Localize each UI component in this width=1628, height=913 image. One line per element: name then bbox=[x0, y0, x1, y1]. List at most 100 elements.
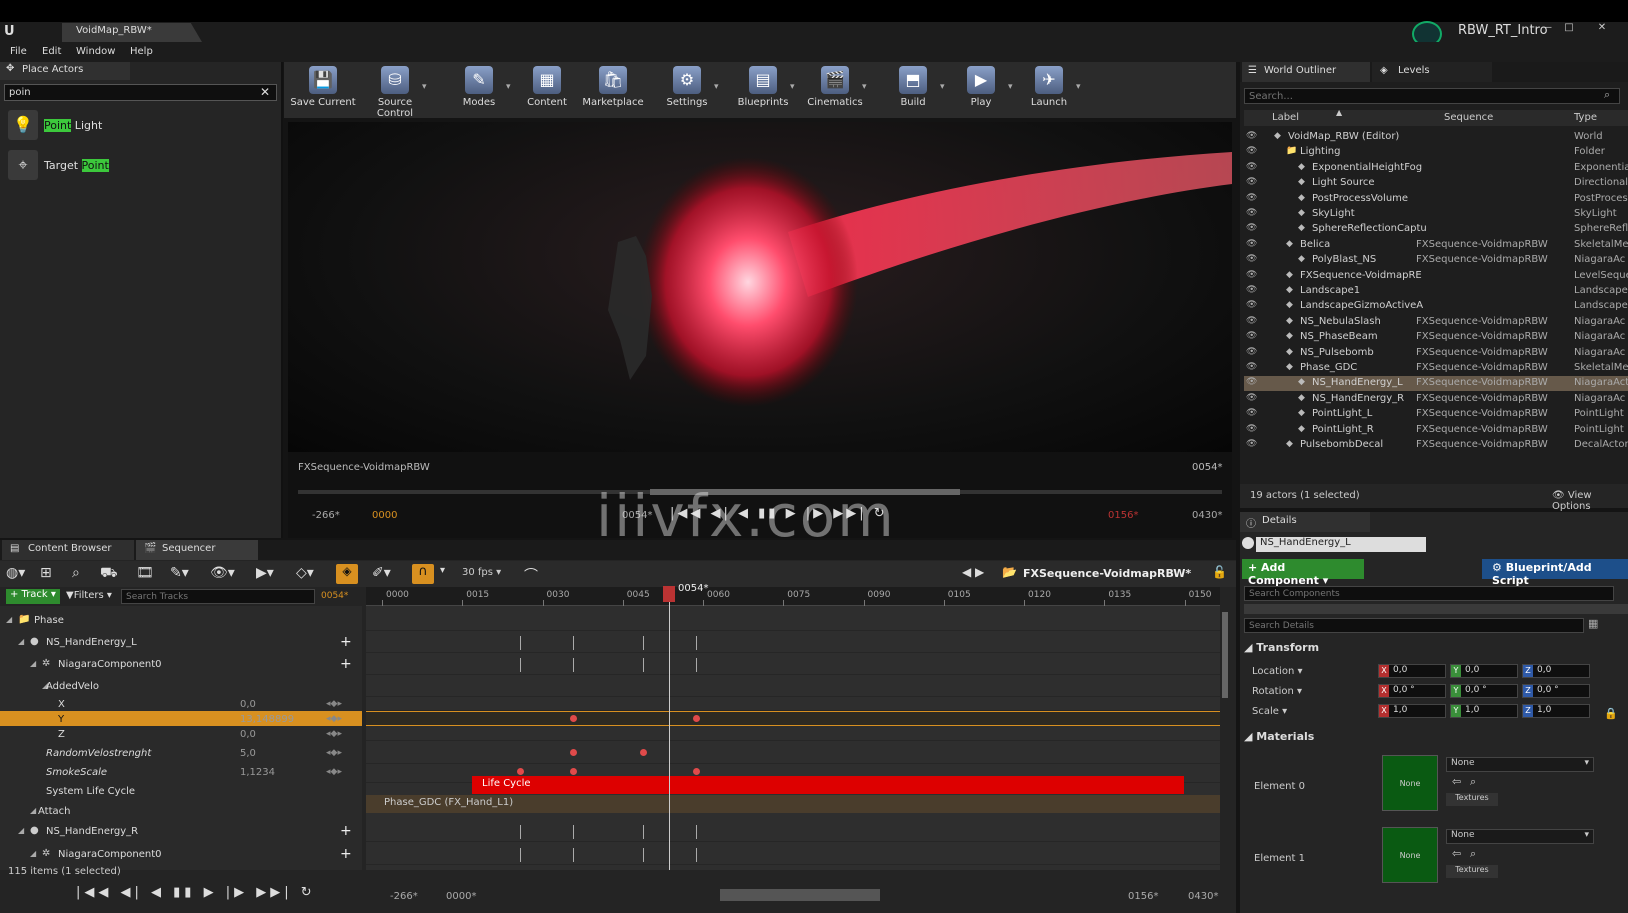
curve-editor-icon[interactable]: ⌒ bbox=[524, 565, 538, 585]
outliner-row[interactable]: 👁 ◆ Phase_GDC FXSequence-VoidmapRBW Skeletal… bbox=[1244, 361, 1628, 376]
outliner-row[interactable]: 👁 ◆ SkyLight SkyLight bbox=[1244, 207, 1628, 222]
camera-icon[interactable]: ⛟ bbox=[100, 565, 118, 583]
settings-button[interactable]: ⚙ Settings bbox=[652, 64, 722, 116]
track-row[interactable]: System Life Cycle bbox=[0, 783, 362, 802]
visibility-eye-icon[interactable]: 👁 bbox=[1246, 377, 1257, 387]
timeline-lane[interactable] bbox=[366, 745, 1220, 764]
rotation-label[interactable]: Rotation ▾ bbox=[1252, 686, 1302, 697]
level-viewport[interactable] bbox=[288, 122, 1232, 452]
timeline-lane[interactable] bbox=[366, 846, 1220, 865]
view-icon[interactable]: 👁▾ bbox=[210, 565, 235, 581]
save-sequence-icon[interactable]: ⊞ bbox=[40, 565, 52, 581]
visibility-eye-icon[interactable]: 👁 bbox=[1246, 239, 1257, 249]
add-track-button[interactable]: + Track ▾ bbox=[6, 589, 60, 604]
browse-icon[interactable]: ⌕ bbox=[1470, 847, 1476, 861]
tools-icon[interactable]: ✎▾ bbox=[170, 565, 189, 581]
find-icon[interactable]: ⌕ bbox=[72, 565, 80, 581]
timeline-vertical-scrollbar[interactable] bbox=[1222, 612, 1228, 698]
key-nav-icon[interactable]: ◂◆▸ bbox=[326, 767, 342, 777]
clear-search-icon[interactable]: ✕ bbox=[260, 85, 270, 99]
tab-details[interactable]: ⓘ Details bbox=[1240, 512, 1370, 532]
visibility-eye-icon[interactable]: 👁 bbox=[1246, 300, 1257, 310]
visibility-eye-icon[interactable]: 👁 bbox=[1246, 408, 1257, 418]
location-x-field[interactable]: X 0,0 bbox=[1378, 664, 1446, 678]
timeline-horizontal-scrollbar[interactable] bbox=[720, 889, 880, 901]
build-button[interactable]: ⬒ Build bbox=[878, 64, 948, 116]
col-sequence[interactable]: Sequence bbox=[1444, 112, 1493, 123]
view-options-button[interactable]: 👁 View Options bbox=[1552, 490, 1628, 512]
visibility-eye-icon[interactable]: 👁 bbox=[1246, 223, 1257, 233]
visibility-eye-icon[interactable]: 👁 bbox=[1246, 270, 1257, 280]
outliner-row[interactable]: 👁 ◆ PointLight_L FXSequence-VoidmapRBW Point… bbox=[1244, 407, 1628, 422]
snap-icon[interactable]: ∩ bbox=[412, 564, 434, 584]
save-current-button[interactable]: 💾 Save Current bbox=[288, 64, 358, 116]
scale-label[interactable]: Scale ▾ bbox=[1252, 706, 1287, 717]
track-row[interactable]: ◢ ● NS_HandEnergy_R + bbox=[0, 823, 362, 842]
outliner-row[interactable]: 👁 ◆ NS_HandEnergy_R FXSequence-VoidmapRBW Ni… bbox=[1244, 392, 1628, 407]
key-marker[interactable] bbox=[642, 825, 644, 839]
menu-edit[interactable]: Edit bbox=[42, 46, 61, 57]
cinematics-button[interactable]: 🎬 Cinematics bbox=[800, 64, 870, 116]
close-icon[interactable]: ✕ bbox=[1582, 22, 1622, 36]
outliner-row[interactable]: 👁 ◆ Belica FXSequence-VoidmapRBW SkeletalMe bbox=[1244, 238, 1628, 253]
blueprints-button[interactable]: ▤ Blueprints bbox=[728, 64, 798, 116]
key-nav-icon[interactable]: ◂◆▸ bbox=[326, 714, 342, 724]
textures-dropdown[interactable]: Textures bbox=[1446, 865, 1498, 878]
key-marker[interactable] bbox=[696, 825, 698, 839]
visibility-eye-icon[interactable]: 👁 bbox=[1246, 424, 1257, 434]
visibility-eye-icon[interactable]: 👁 bbox=[1246, 347, 1257, 357]
auto-key-icon[interactable]: ◈ bbox=[336, 564, 358, 584]
lock-icon[interactable]: 🔒 bbox=[1604, 707, 1618, 720]
visibility-eye-icon[interactable]: 👁 bbox=[1246, 439, 1257, 449]
search-components-input[interactable] bbox=[1244, 586, 1614, 601]
maximize-icon[interactable]: □ bbox=[1560, 22, 1578, 36]
content-button[interactable]: ▦ Content bbox=[512, 64, 582, 116]
timeline-lane[interactable] bbox=[366, 634, 1220, 653]
key-marker[interactable] bbox=[519, 848, 521, 862]
timeline-lane[interactable] bbox=[366, 612, 1220, 631]
place-actor-item[interactable]: ⌖ Target Point bbox=[8, 150, 278, 184]
dropdown-icon[interactable]: ▾ bbox=[862, 82, 867, 92]
visibility-eye-icon[interactable]: 👁 bbox=[1246, 131, 1257, 141]
track-value[interactable]: 1,1234 bbox=[240, 767, 275, 778]
track-row[interactable]: SmokeScale 1,1234 ◂◆▸ bbox=[0, 764, 362, 783]
world-icon[interactable]: ◍▾ bbox=[6, 565, 25, 581]
timeline-lane[interactable] bbox=[366, 656, 1220, 675]
place-actor-item[interactable]: 💡 Point Light bbox=[8, 110, 278, 144]
key-marker[interactable] bbox=[519, 636, 521, 650]
playhead-line[interactable] bbox=[669, 587, 670, 870]
blueprint-add-script-button[interactable]: ⚙ Blueprint/Add Script bbox=[1482, 559, 1628, 587]
timeline-lane[interactable] bbox=[366, 678, 1220, 697]
key-marker[interactable] bbox=[642, 848, 644, 862]
add-component-button[interactable]: + Add Component ▾ bbox=[1242, 559, 1364, 587]
menu-help[interactable]: Help bbox=[130, 46, 153, 57]
track-row[interactable]: RandomVelostrenght 5,0 ◂◆▸ bbox=[0, 745, 362, 764]
visibility-eye-icon[interactable]: 👁 bbox=[1246, 146, 1257, 156]
outliner-row[interactable]: 👁 ◆ PostProcessVolume PostProces bbox=[1244, 192, 1628, 207]
key-nav-icon[interactable]: ◂◆▸ bbox=[326, 748, 342, 758]
rotation-y-field[interactable]: Y 0,0 ° bbox=[1450, 684, 1518, 698]
rotation-x-field[interactable]: X 0,0 ° bbox=[1378, 684, 1446, 698]
timeline-lane[interactable] bbox=[366, 726, 1220, 741]
tab-levels[interactable]: ◈ Levels bbox=[1372, 62, 1492, 82]
playhead-handle[interactable] bbox=[663, 586, 675, 602]
render-movie-icon[interactable]: 🎞 bbox=[136, 565, 154, 581]
location-label[interactable]: Location ▾ bbox=[1252, 666, 1303, 677]
expand-icon[interactable]: ◢ bbox=[18, 637, 24, 646]
folder-icon[interactable]: 📂 bbox=[1002, 565, 1017, 579]
track-row[interactable]: ◢ 📁 Phase bbox=[0, 612, 362, 631]
place-actors-tab[interactable]: ✥ Place Actors bbox=[0, 62, 130, 80]
timeline-lane[interactable] bbox=[366, 711, 1220, 726]
key-nav-icon[interactable]: ◂◆▸ bbox=[326, 729, 342, 739]
filters-button[interactable]: ▼Filters ▾ bbox=[66, 590, 112, 601]
use-selected-icon[interactable]: ⇦ bbox=[1452, 847, 1461, 860]
key-marker[interactable] bbox=[573, 848, 575, 862]
outliner-row[interactable]: 👁 ◆ NS_NebulaSlash FXSequence-VoidmapRBW Nia… bbox=[1244, 315, 1628, 330]
life-cycle-section[interactable]: Life Cycle bbox=[472, 776, 1184, 794]
material-select[interactable]: None ▾ bbox=[1446, 829, 1594, 844]
track-value[interactable]: 13,148899 bbox=[240, 714, 294, 725]
outliner-row[interactable]: 👁 ◆ LandscapeGizmoActiveA Landscape bbox=[1244, 299, 1628, 314]
outliner-row[interactable]: 👁 ◆ NS_Pulsebomb FXSequence-VoidmapRBW Niaga… bbox=[1244, 346, 1628, 361]
key-marker[interactable] bbox=[573, 825, 575, 839]
search-tracks-input[interactable] bbox=[121, 589, 315, 604]
